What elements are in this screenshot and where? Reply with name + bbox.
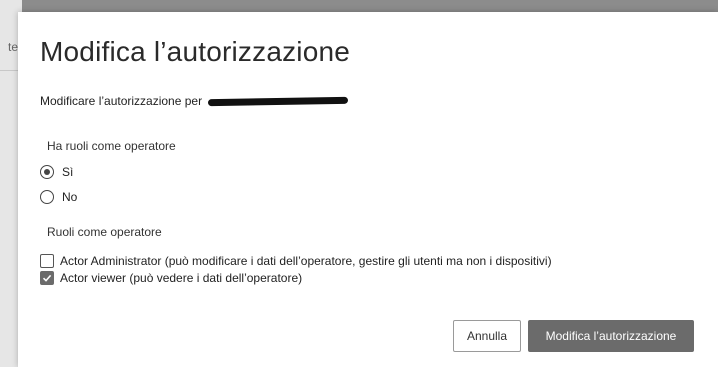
role-actor-administrator-checkbox[interactable]	[40, 254, 54, 268]
cancel-button[interactable]: Annulla	[453, 320, 521, 352]
background-partial-text: te	[8, 40, 19, 54]
edit-authorization-dialog: Modifica l’autorizzazione Modificare l’a…	[18, 12, 718, 367]
operator-question-label: Ha ruoli come operatore	[47, 139, 176, 153]
radio-option-yes[interactable]: Sì	[40, 165, 73, 179]
radio-yes-label: Sì	[62, 165, 74, 179]
roles-label: Ruoli come operatore	[47, 225, 162, 239]
role-actor-administrator[interactable]: Actor Administrator (può modificare i da…	[40, 254, 552, 268]
radio-no-label: No	[62, 190, 78, 204]
radio-yes-input[interactable]	[40, 165, 54, 179]
checkmark-icon	[42, 274, 52, 282]
subtitle-text: Modificare l’autorizzazione per	[40, 94, 203, 108]
role-actor-viewer[interactable]: Actor viewer (può vedere i dati dell’ope…	[40, 271, 302, 285]
radio-option-no[interactable]: No	[40, 190, 77, 204]
dialog-title: Modifica l’autorizzazione	[40, 36, 351, 67]
dialog-subtitle: Modificare l’autorizzazione per	[40, 94, 349, 108]
radio-no-input[interactable]	[40, 190, 54, 204]
role-actor-administrator-label: Actor Administrator (può modificare i da…	[60, 254, 552, 268]
submit-authorization-button[interactable]: Modifica l’autorizzazione	[528, 320, 694, 352]
redacted-user-name	[208, 97, 349, 107]
role-actor-viewer-checkbox[interactable]	[40, 271, 54, 285]
role-actor-viewer-label: Actor viewer (può vedere i dati dell’ope…	[60, 271, 303, 285]
